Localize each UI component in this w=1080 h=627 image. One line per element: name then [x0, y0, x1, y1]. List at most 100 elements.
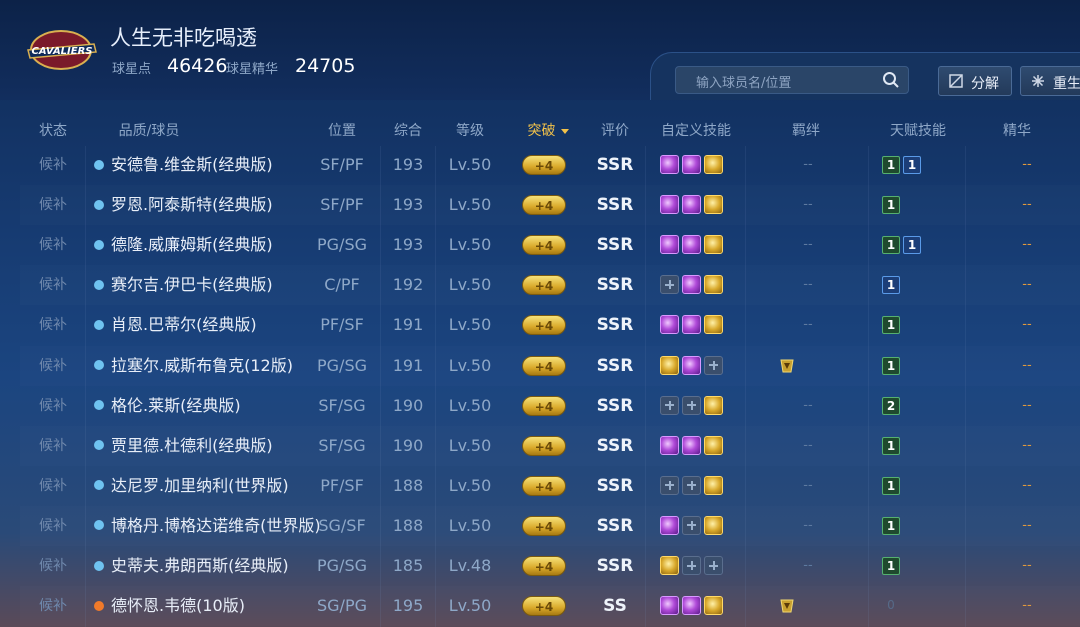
player-name-cell[interactable]: 赛尔吉.伊巴卡(经典版)	[94, 265, 324, 305]
bond-icon[interactable]	[778, 357, 796, 375]
purple-skill-icon[interactable]	[682, 315, 701, 335]
add-skill-slot-icon[interactable]	[682, 395, 701, 415]
purple-skill-icon[interactable]	[660, 596, 679, 616]
player-name-cell[interactable]: 德隆.威廉姆斯(经典版)	[94, 225, 324, 265]
add-skill-slot-icon[interactable]	[660, 475, 679, 495]
talent-badge[interactable]: 0	[882, 597, 900, 615]
purple-skill-icon[interactable]	[660, 435, 679, 455]
player-name-cell[interactable]: 史蒂夫.弗朗西斯(经典版)	[94, 546, 324, 586]
table-row[interactable]: 候补 格伦.莱斯(经典版) SF/SG 190 Lv.50 +4 SSR -- 2 --	[20, 386, 1080, 426]
talent-badge[interactable]: 1	[903, 236, 921, 255]
purple-skill-icon[interactable]	[660, 515, 679, 535]
breakthrough-badge: +4	[522, 155, 566, 175]
table-row[interactable]: 候补 肖恩.巴蒂尔(经典版) PF/SF 191 Lv.50 +4 SSR -- 1 --	[20, 305, 1080, 345]
purple-skill-icon[interactable]	[660, 155, 679, 174]
talent-badge[interactable]: 1	[882, 516, 900, 535]
rating-cell: SSR	[596, 195, 634, 216]
search-icon[interactable]	[882, 71, 900, 89]
add-skill-slot-icon[interactable]	[704, 556, 723, 575]
gold-skill-icon[interactable]	[704, 475, 723, 495]
table-row[interactable]: 候补 德隆.威廉姆斯(经典版) PG/SG 193 Lv.50 +4 SSR -- 1 1 --	[20, 225, 1080, 265]
gold-skill-icon[interactable]	[704, 195, 723, 215]
position-cell: PG/SG	[317, 556, 367, 575]
col-player[interactable]: 品质/球员	[94, 120, 204, 140]
purple-skill-icon[interactable]	[682, 195, 701, 215]
col-talent[interactable]: 天赋技能	[870, 120, 966, 140]
col-level[interactable]: 等级	[435, 120, 505, 140]
talent-badge[interactable]: 1	[882, 356, 900, 375]
gold-skill-icon[interactable]	[704, 596, 723, 616]
bond-icon[interactable]	[778, 597, 796, 615]
talent-badge[interactable]: 1	[882, 156, 900, 174]
player-name-cell[interactable]: 肖恩.巴蒂尔(经典版)	[94, 305, 324, 345]
bond-cell: --	[803, 437, 813, 453]
col-essence[interactable]: 精华	[985, 120, 1049, 140]
breakthrough-cell: +4	[512, 506, 576, 546]
table-row[interactable]: 候补 拉塞尔.威斯布鲁克(12版) PG/SG 191 Lv.50 +4 SSR 1 --	[20, 346, 1080, 386]
col-rating[interactable]: 评价	[585, 120, 645, 140]
table-row[interactable]: 候补 罗恩.阿泰斯特(经典版) SF/PF 193 Lv.50 +4 SSR -- 1 --	[20, 185, 1080, 225]
table-row[interactable]: 候补 安德鲁.维金斯(经典版) SF/PF 193 Lv.50 +4 SSR -- 1 1 --	[20, 145, 1080, 185]
col-overall[interactable]: 综合	[380, 120, 436, 140]
player-name-cell[interactable]: 博格丹.博格达诺维奇(世界版)	[94, 506, 324, 546]
gold-skill-icon[interactable]	[704, 515, 723, 535]
table-row[interactable]: 候补 博格丹.博格达诺维奇(世界版) SG/SF 188 Lv.50 +4 SSR -- 1 --	[20, 506, 1080, 546]
gold-skill-icon[interactable]	[704, 435, 723, 455]
talent-badge[interactable]: 2	[882, 396, 900, 415]
col-status[interactable]: 状态	[20, 120, 86, 140]
breakthrough-badge: +4	[522, 515, 566, 536]
purple-skill-icon[interactable]	[682, 435, 701, 455]
gold-skill-icon[interactable]	[704, 315, 723, 335]
purple-skill-icon[interactable]	[660, 315, 679, 335]
player-name-cell[interactable]: 罗恩.阿泰斯特(经典版)	[94, 185, 324, 225]
col-breakthrough[interactable]: 突破	[510, 120, 586, 140]
table-row[interactable]: 候补 达尼罗.加里纳利(世界版) PF/SF 188 Lv.50 +4 SSR -- 1 --	[20, 466, 1080, 506]
add-skill-slot-icon[interactable]	[682, 515, 701, 535]
table-row[interactable]: 候补 德怀恩.韦德(10版) SG/PG 195 Lv.50 +4 SS 0 --	[20, 586, 1080, 626]
talent-badge[interactable]: 1	[882, 196, 900, 215]
talent-badge[interactable]: 1	[882, 557, 900, 575]
decompose-button[interactable]: 分解	[938, 66, 1012, 96]
purple-skill-icon[interactable]	[682, 155, 701, 174]
table-row[interactable]: 候补 史蒂夫.弗朗西斯(经典版) PG/SG 185 Lv.48 +4 SSR -- 1 --	[20, 546, 1080, 586]
gold-skill-icon[interactable]	[704, 275, 723, 295]
add-skill-slot-icon[interactable]	[660, 275, 679, 295]
purple-skill-icon[interactable]	[660, 195, 679, 215]
purple-skill-icon[interactable]	[682, 275, 701, 295]
talent-badge[interactable]: 1	[882, 436, 900, 455]
gold-skill-icon[interactable]	[704, 395, 723, 415]
rebirth-button[interactable]: 重生	[1020, 66, 1080, 96]
col-bond[interactable]: 羁绊	[758, 120, 854, 140]
add-skill-slot-icon[interactable]	[682, 475, 701, 495]
add-skill-slot-icon[interactable]	[704, 355, 723, 375]
talent-badge[interactable]: 1	[882, 316, 900, 335]
talent-badge[interactable]: 1	[882, 276, 900, 295]
add-skill-slot-icon[interactable]	[682, 556, 701, 575]
purple-skill-icon[interactable]	[682, 235, 701, 255]
player-name-cell[interactable]: 拉塞尔.威斯布鲁克(12版)	[94, 346, 324, 386]
status-cell: 候补	[39, 317, 67, 334]
quality-dot-icon	[94, 520, 104, 531]
col-position[interactable]: 位置	[303, 120, 381, 140]
search-input[interactable]: 输入球员名/位置	[675, 66, 909, 94]
player-name-cell[interactable]: 德怀恩.韦德(10版)	[94, 586, 324, 626]
purple-skill-icon[interactable]	[660, 235, 679, 255]
gold-skill-icon[interactable]	[660, 355, 679, 375]
player-name-cell[interactable]: 格伦.莱斯(经典版)	[94, 386, 324, 426]
gold-skill-icon[interactable]	[704, 235, 723, 255]
player-name-cell[interactable]: 安德鲁.维金斯(经典版)	[94, 145, 324, 185]
player-name-cell[interactable]: 贾里德.杜德利(经典版)	[94, 426, 324, 466]
talent-badge[interactable]: 1	[903, 156, 921, 174]
gold-skill-icon[interactable]	[660, 556, 679, 575]
add-skill-slot-icon[interactable]	[660, 395, 679, 415]
purple-skill-icon[interactable]	[682, 596, 701, 616]
col-custom-skills[interactable]: 自定义技能	[646, 120, 746, 140]
status-cell: 候补	[39, 477, 67, 494]
table-row[interactable]: 候补 赛尔吉.伊巴卡(经典版) C/PF 192 Lv.50 +4 SSR -- 1 --	[20, 265, 1080, 305]
talent-badge[interactable]: 1	[882, 236, 900, 255]
purple-skill-icon[interactable]	[682, 355, 701, 375]
gold-skill-icon[interactable]	[704, 155, 723, 174]
player-name-cell[interactable]: 达尼罗.加里纳利(世界版)	[94, 466, 324, 506]
talent-badge[interactable]: 1	[882, 476, 900, 495]
table-row[interactable]: 候补 贾里德.杜德利(经典版) SF/SG 190 Lv.50 +4 SSR -- 1 --	[20, 426, 1080, 466]
